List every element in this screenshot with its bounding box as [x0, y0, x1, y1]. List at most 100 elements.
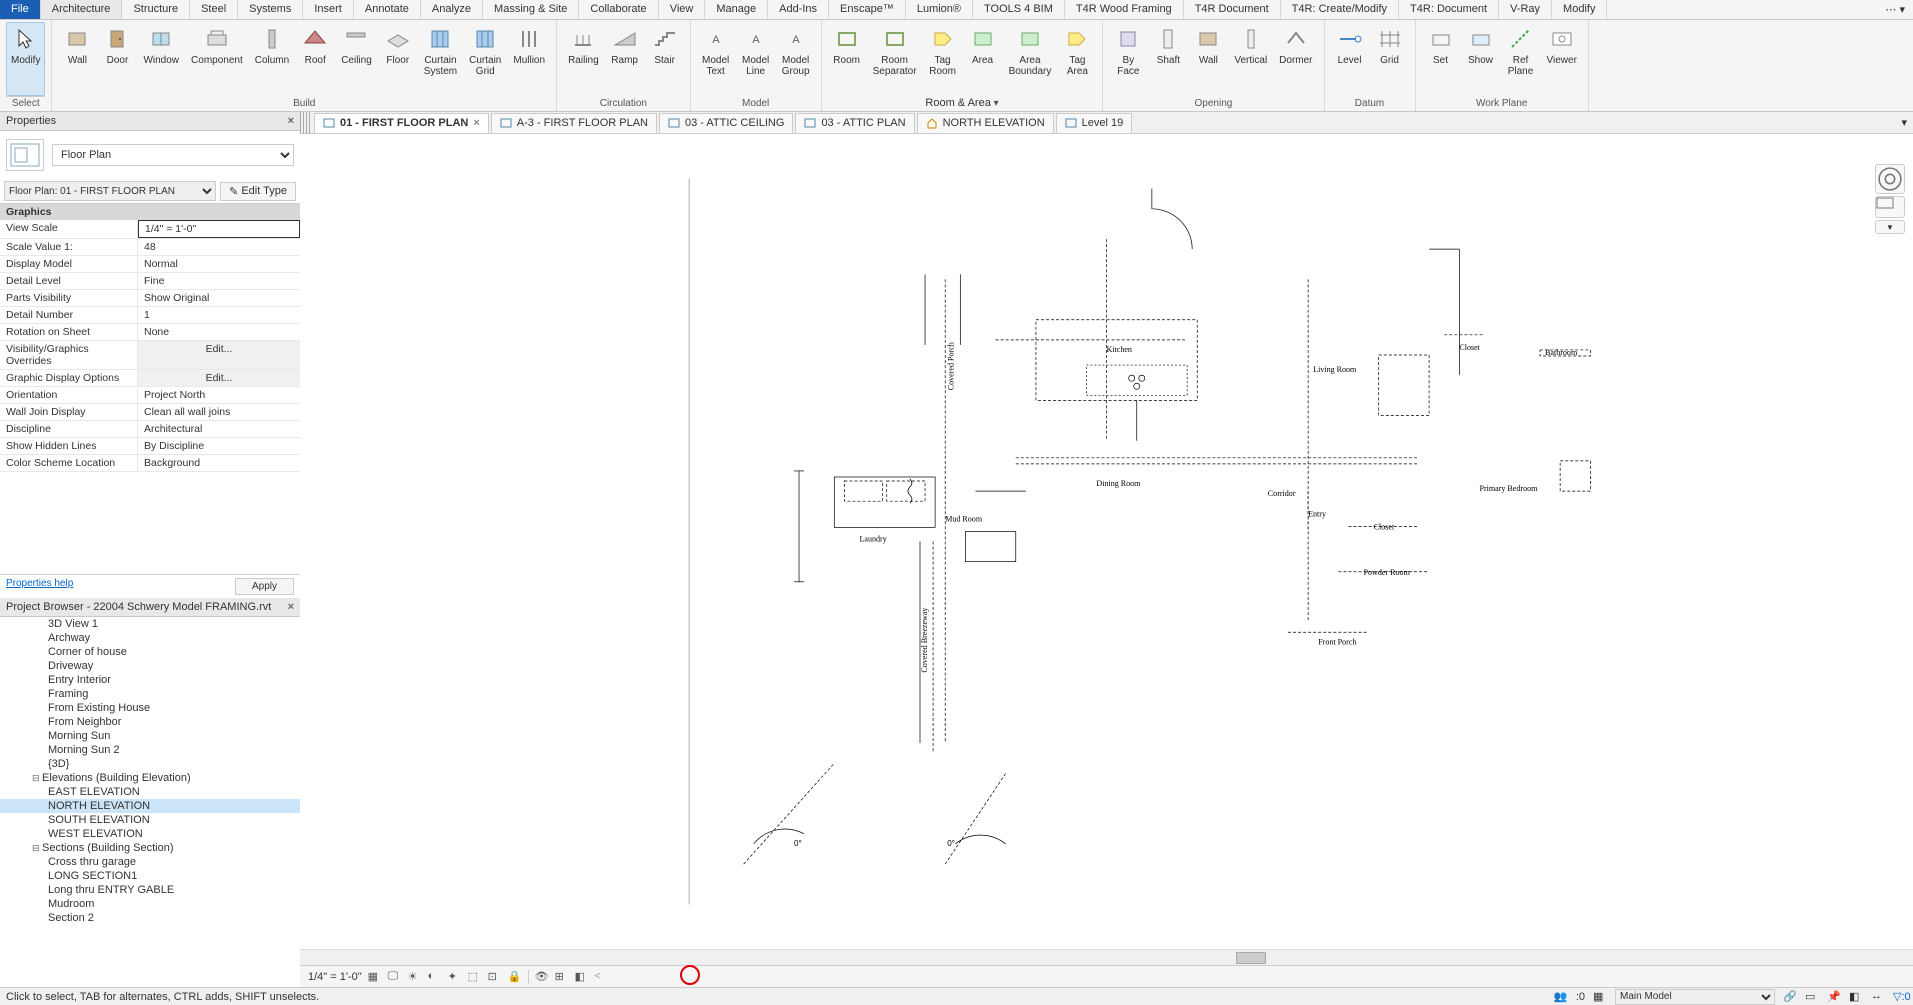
tree-item[interactable]: {3D}: [0, 757, 300, 771]
property-value[interactable]: By Discipline: [138, 438, 300, 454]
property-value[interactable]: Edit...: [138, 370, 300, 386]
select-face-icon[interactable]: ◧: [1849, 990, 1863, 1004]
property-value[interactable]: 48: [138, 239, 300, 255]
property-row[interactable]: OrientationProject North: [0, 387, 300, 404]
tool-by-face[interactable]: ByFace: [1109, 22, 1147, 97]
tree-item[interactable]: Mudroom: [0, 897, 300, 911]
crop-view-icon[interactable]: ⬚: [468, 970, 482, 984]
tool-curtain-grid[interactable]: CurtainGrid: [464, 22, 506, 97]
tool-dormer[interactable]: Dormer: [1274, 22, 1317, 97]
tab-steel[interactable]: Steel: [190, 0, 238, 19]
tab-collaborate[interactable]: Collaborate: [579, 0, 658, 19]
tool-ceiling[interactable]: Ceiling: [336, 22, 377, 97]
property-row[interactable]: Visibility/Graphics OverridesEdit...: [0, 341, 300, 370]
tree-item[interactable]: EAST ELEVATION: [0, 785, 300, 799]
tool-column[interactable]: Column: [250, 22, 294, 97]
tree-item[interactable]: Morning Sun: [0, 729, 300, 743]
property-row[interactable]: Parts VisibilityShow Original: [0, 290, 300, 307]
tool-wall[interactable]: Wall: [58, 22, 96, 97]
nav-fullnav-icon[interactable]: [1875, 196, 1905, 218]
property-row[interactable]: Scale Value 1:48: [0, 239, 300, 256]
tab-insert[interactable]: Insert: [303, 0, 354, 19]
property-row[interactable]: View Scale1/4" = 1'-0": [0, 220, 300, 239]
tab-t4r-wood-framing[interactable]: T4R Wood Framing: [1065, 0, 1184, 19]
tool-floor[interactable]: Floor: [379, 22, 417, 97]
detail-level-icon[interactable]: ▦: [368, 970, 382, 984]
tool-wall[interactable]: Wall: [1189, 22, 1227, 97]
tool-viewer[interactable]: Viewer: [1542, 22, 1582, 97]
property-value[interactable]: Background: [138, 455, 300, 471]
property-category[interactable]: Graphics: [0, 204, 300, 220]
view-tab[interactable]: 03 - ATTIC CEILING: [659, 113, 793, 133]
temp-hide-icon[interactable]: 👁: [535, 970, 549, 984]
tree-item[interactable]: WEST ELEVATION: [0, 827, 300, 841]
view-tab[interactable]: Level 19: [1056, 113, 1133, 133]
tab-file[interactable]: File: [0, 0, 41, 19]
project-browser-tree[interactable]: 3D View 1ArchwayCorner of houseDrivewayE…: [0, 617, 300, 987]
view-tab[interactable]: A-3 - FIRST FLOOR PLAN: [491, 113, 657, 133]
tool-stair[interactable]: Stair: [646, 22, 684, 97]
property-value[interactable]: Normal: [138, 256, 300, 272]
property-row[interactable]: Rotation on SheetNone: [0, 324, 300, 341]
tool-shaft[interactable]: Shaft: [1149, 22, 1187, 97]
tool-vertical[interactable]: Vertical: [1229, 22, 1272, 97]
tab-enscape-[interactable]: Enscape™: [829, 0, 906, 19]
tab-view[interactable]: View: [659, 0, 706, 19]
tool-window[interactable]: Window: [138, 22, 184, 97]
lock-3d-icon[interactable]: 🔒: [508, 970, 522, 984]
instance-selector[interactable]: Floor Plan: 01 - FIRST FLOOR PLAN: [4, 181, 216, 201]
tree-item[interactable]: LONG SECTION1: [0, 869, 300, 883]
property-row[interactable]: Detail Number1: [0, 307, 300, 324]
tool-model-line[interactable]: AModelLine: [737, 22, 775, 97]
tree-group-sections[interactable]: Sections (Building Section): [0, 841, 300, 855]
property-row[interactable]: Detail LevelFine: [0, 273, 300, 290]
tab-annotate[interactable]: Annotate: [354, 0, 421, 19]
select-links-icon[interactable]: 🔗: [1783, 990, 1797, 1004]
shadows-icon[interactable]: ◐: [428, 970, 442, 984]
tree-item[interactable]: Cross thru garage: [0, 855, 300, 869]
property-row[interactable]: Graphic Display OptionsEdit...: [0, 370, 300, 387]
tool-grid[interactable]: Grid: [1371, 22, 1409, 97]
visual-style-icon[interactable]: 🖵: [388, 970, 402, 984]
crop-region-icon[interactable]: ⊡: [488, 970, 502, 984]
modify-button[interactable]: Modify: [6, 22, 45, 96]
tab-manage[interactable]: Manage: [705, 0, 768, 19]
tree-item[interactable]: From Existing House: [0, 701, 300, 715]
property-value[interactable]: None: [138, 324, 300, 340]
tool-model-group[interactable]: AModelGroup: [777, 22, 815, 97]
tab-structure[interactable]: Structure: [122, 0, 190, 19]
type-selector[interactable]: Floor Plan: [52, 144, 294, 166]
tool-curtain-system[interactable]: CurtainSystem: [419, 22, 462, 97]
property-value[interactable]: Show Original: [138, 290, 300, 306]
tool-level[interactable]: Level: [1331, 22, 1369, 97]
property-row[interactable]: Wall Join DisplayClean all wall joins: [0, 404, 300, 421]
horizontal-scrollbar[interactable]: [300, 949, 1913, 965]
worksharing-icon[interactable]: ◧: [575, 970, 589, 984]
tree-item[interactable]: Driveway: [0, 659, 300, 673]
select-pinned-icon[interactable]: 📌: [1827, 990, 1841, 1004]
ribbon-collapse-icon[interactable]: ⋯ ▾: [1877, 0, 1913, 19]
tool-ref-plane[interactable]: RefPlane: [1502, 22, 1540, 97]
tool-area-boundary[interactable]: AreaBoundary: [1004, 22, 1057, 96]
tool-area[interactable]: Area: [964, 22, 1002, 96]
property-row[interactable]: Display ModelNormal: [0, 256, 300, 273]
tab-add-ins[interactable]: Add-Ins: [768, 0, 829, 19]
editable-only-icon[interactable]: ▦: [1593, 990, 1607, 1004]
tree-item[interactable]: NORTH ELEVATION: [0, 799, 300, 813]
reveal-hidden-icon[interactable]: ⊞: [555, 970, 569, 984]
tab-t4r-document[interactable]: T4R Document: [1184, 0, 1281, 19]
tree-item[interactable]: Morning Sun 2: [0, 743, 300, 757]
chevron-left-icon[interactable]: <: [595, 971, 601, 982]
select-underlay-icon[interactable]: ▭: [1805, 990, 1819, 1004]
tab-analyze[interactable]: Analyze: [421, 0, 483, 19]
tree-group-elevations[interactable]: Elevations (Building Elevation): [0, 771, 300, 785]
tab-tools-4-bim[interactable]: TOOLS 4 BIM: [973, 0, 1065, 19]
property-row[interactable]: Color Scheme LocationBackground: [0, 455, 300, 472]
tab-modify[interactable]: Modify: [1552, 0, 1607, 19]
tree-item[interactable]: Framing: [0, 687, 300, 701]
property-value[interactable]: 1/4" = 1'-0": [138, 220, 300, 238]
tree-item[interactable]: SOUTH ELEVATION: [0, 813, 300, 827]
tree-item[interactable]: Long thru ENTRY GABLE: [0, 883, 300, 897]
apply-button[interactable]: Apply: [235, 578, 294, 595]
view-scale-label[interactable]: 1/4" = 1'-0": [308, 971, 362, 983]
